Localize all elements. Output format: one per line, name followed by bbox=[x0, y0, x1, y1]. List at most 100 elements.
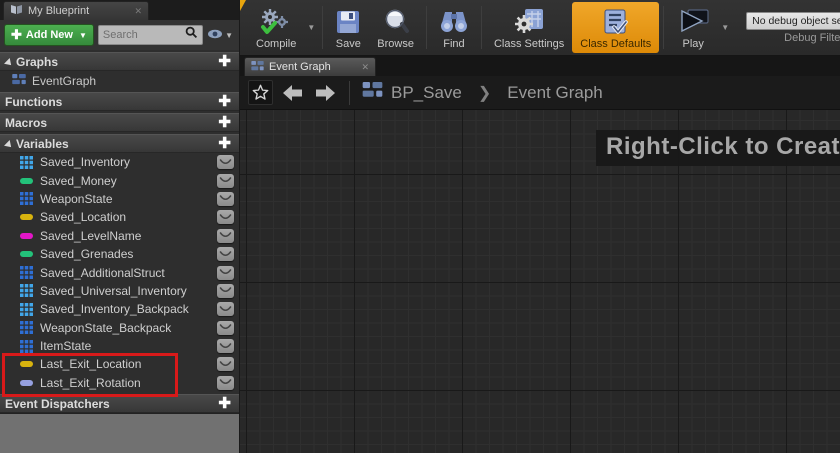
variables-list: Saved_InventorySaved_MoneyWeaponState Sav… bbox=[0, 153, 239, 392]
section-event-dispatchers[interactable]: Event Dispatchers ✚ bbox=[0, 394, 239, 413]
variable-row[interactable]: WeaponState bbox=[0, 190, 239, 208]
variable-type-grid-icon bbox=[20, 156, 33, 169]
breadcrumb-chevron-icon: ❯ bbox=[478, 83, 491, 103]
tab-event-graph[interactable]: Event Graph ✕ bbox=[244, 57, 376, 76]
variable-row[interactable]: Saved_Grenades bbox=[0, 245, 239, 263]
variable-row[interactable]: WeaponState_Backpack bbox=[0, 319, 239, 337]
my-blueprint-panel: My Blueprint ✕ ✚ Add New ▼ ▼ bbox=[0, 0, 240, 453]
variable-closed-eye-button[interactable] bbox=[217, 174, 234, 188]
bookmark-star-button[interactable] bbox=[248, 80, 273, 105]
find-button[interactable]: Find bbox=[431, 2, 477, 53]
variable-name: ItemState bbox=[40, 339, 210, 353]
debug-filter-label: Debug Filter bbox=[784, 32, 840, 44]
search-icon bbox=[185, 26, 198, 44]
section-macros-label: Macros bbox=[5, 116, 215, 130]
expand-triangle-icon bbox=[4, 58, 14, 68]
toolbar-separator bbox=[663, 6, 664, 49]
variable-name: Saved_Location bbox=[40, 210, 210, 224]
variable-row[interactable]: Saved_Universal_Inventory bbox=[0, 282, 239, 300]
variable-closed-eye-button[interactable] bbox=[217, 210, 234, 224]
variable-closed-eye-button[interactable] bbox=[217, 192, 234, 206]
section-functions[interactable]: Functions ✚ bbox=[0, 92, 239, 111]
close-icon[interactable]: ✕ bbox=[361, 62, 369, 73]
visibility-filter-button[interactable]: ▼ bbox=[207, 26, 235, 44]
graph-watermark-text: Right-Click to Create bbox=[606, 133, 840, 160]
main-toolbar: Compile ▼ Save Browse Fi bbox=[240, 0, 840, 56]
variable-name: Saved_AdditionalStruct bbox=[40, 266, 210, 280]
class-settings-button[interactable]: Class Settings bbox=[486, 2, 572, 53]
variable-row[interactable]: Saved_Money bbox=[0, 171, 239, 189]
chevron-down-icon: ▼ bbox=[225, 31, 233, 40]
magnifier-icon bbox=[382, 7, 410, 37]
play-button[interactable]: Play bbox=[668, 2, 718, 53]
section-event-dispatchers-label: Event Dispatchers bbox=[5, 397, 215, 411]
variable-type-grid-icon bbox=[20, 340, 33, 353]
class-defaults-button[interactable]: Class Defaults bbox=[572, 2, 659, 53]
floppy-disk-icon bbox=[335, 7, 361, 37]
tab-my-blueprint-label: My Blueprint bbox=[28, 5, 129, 17]
expand-triangle-icon bbox=[4, 140, 14, 150]
search-box[interactable] bbox=[98, 25, 203, 45]
variable-row[interactable]: ItemState bbox=[0, 337, 239, 355]
breadcrumb-current[interactable]: Event Graph bbox=[507, 83, 602, 103]
variable-row[interactable]: Last_Exit_Rotation bbox=[0, 374, 239, 392]
add-new-label: Add New bbox=[26, 29, 73, 41]
play-options-caret[interactable]: ▼ bbox=[718, 23, 732, 32]
variable-type-grid-icon bbox=[20, 266, 33, 279]
add-new-button[interactable]: ✚ Add New ▼ bbox=[4, 24, 94, 46]
play-icon bbox=[676, 7, 710, 37]
section-graphs[interactable]: Graphs ✚ bbox=[0, 52, 239, 71]
my-blueprint-toolbar: ✚ Add New ▼ ▼ bbox=[0, 20, 239, 50]
variable-type-grid-icon bbox=[20, 192, 33, 205]
tab-my-blueprint[interactable]: My Blueprint ✕ bbox=[3, 1, 149, 20]
breadcrumb-bar: BP_Save ❯ Event Graph bbox=[240, 76, 840, 110]
arrow-right-icon bbox=[315, 85, 335, 101]
variable-type-pill-icon bbox=[20, 229, 33, 242]
compile-button[interactable]: Compile bbox=[248, 2, 304, 53]
variable-name: Saved_Universal_Inventory bbox=[40, 284, 210, 298]
variable-row[interactable]: Saved_Inventory bbox=[0, 153, 239, 171]
search-input[interactable] bbox=[103, 29, 185, 41]
add-event-dispatcher-button[interactable]: ✚ bbox=[215, 397, 234, 411]
variable-closed-eye-button[interactable] bbox=[217, 302, 234, 316]
variable-closed-eye-button[interactable] bbox=[217, 229, 234, 243]
add-graph-button[interactable]: ✚ bbox=[215, 55, 234, 69]
variable-closed-eye-button[interactable] bbox=[217, 284, 234, 298]
binoculars-icon bbox=[439, 7, 469, 37]
add-macro-button[interactable]: ✚ bbox=[215, 116, 234, 130]
variable-closed-eye-button[interactable] bbox=[217, 376, 234, 390]
debug-object-dropdown[interactable]: No debug object selected bbox=[746, 12, 840, 30]
variable-closed-eye-button[interactable] bbox=[217, 321, 234, 335]
toolbar-separator bbox=[426, 6, 427, 49]
event-graph-canvas[interactable]: Right-Click to Create bbox=[240, 110, 840, 453]
add-variable-button[interactable]: ✚ bbox=[215, 137, 234, 151]
variable-closed-eye-button[interactable] bbox=[217, 247, 234, 261]
breadcrumb-root[interactable]: BP_Save bbox=[391, 83, 462, 103]
variable-closed-eye-button[interactable] bbox=[217, 339, 234, 353]
toolbar-separator bbox=[481, 6, 482, 49]
variable-closed-eye-button[interactable] bbox=[217, 357, 234, 371]
variable-row[interactable]: Saved_AdditionalStruct bbox=[0, 263, 239, 281]
class-settings-label: Class Settings bbox=[494, 38, 564, 50]
variable-row[interactable]: Saved_Inventory_Backpack bbox=[0, 300, 239, 318]
close-icon[interactable]: ✕ bbox=[134, 6, 142, 17]
forward-arrow-button[interactable] bbox=[313, 81, 337, 105]
compile-options-caret[interactable]: ▼ bbox=[304, 23, 318, 32]
variable-row[interactable]: Last_Exit_Location bbox=[0, 355, 239, 373]
list-item-eventgraph[interactable]: EventGraph bbox=[0, 71, 239, 90]
variable-closed-eye-button[interactable] bbox=[217, 155, 234, 169]
add-function-button[interactable]: ✚ bbox=[215, 95, 234, 109]
variable-type-pill-icon bbox=[20, 248, 33, 261]
variable-row[interactable]: Saved_Location bbox=[0, 208, 239, 226]
variable-name: Saved_Grenades bbox=[40, 247, 210, 261]
variable-closed-eye-button[interactable] bbox=[217, 266, 234, 280]
browse-button[interactable]: Browse bbox=[369, 2, 422, 53]
play-label: Play bbox=[683, 38, 704, 50]
back-arrow-button[interactable] bbox=[281, 81, 305, 105]
variable-row[interactable]: Saved_LevelName bbox=[0, 227, 239, 245]
section-macros[interactable]: Macros ✚ bbox=[0, 113, 239, 132]
variable-name: Last_Exit_Rotation bbox=[40, 376, 210, 390]
section-variables[interactable]: Variables ✚ bbox=[0, 134, 239, 153]
book-icon bbox=[10, 2, 23, 20]
save-button[interactable]: Save bbox=[327, 2, 369, 53]
